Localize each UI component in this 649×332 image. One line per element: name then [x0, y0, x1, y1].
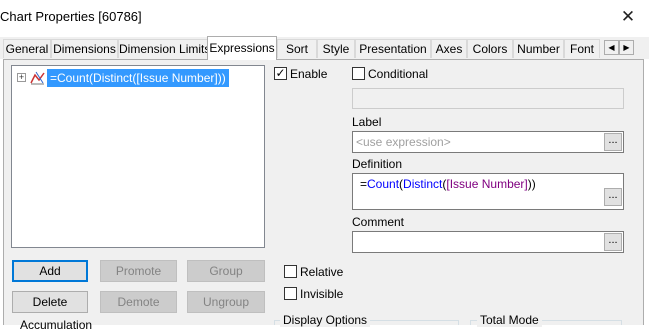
definition-expression: =Count(Distinct([Issue Number])) — [360, 177, 536, 191]
definition-ellipsis-button[interactable]: ... — [604, 188, 622, 206]
ungroup-button[interactable]: Ungroup — [187, 291, 265, 313]
invisible-label: Invisible — [300, 287, 344, 301]
comment-caption: Comment — [352, 215, 405, 229]
close-icon[interactable]: ✕ — [619, 8, 637, 26]
definition-equals: = — [360, 177, 368, 191]
definition-close-parens: )) — [527, 177, 536, 191]
expression-tree[interactable] — [11, 65, 265, 248]
definition-caption: Definition — [352, 157, 403, 171]
tab-font[interactable]: Font — [564, 39, 600, 58]
tab-presentation[interactable]: Presentation — [355, 39, 431, 58]
label-caption: Label — [352, 115, 382, 129]
label-ellipsis-button[interactable]: ... — [604, 133, 622, 151]
tab-dimension-limits[interactable]: Dimension Limits — [118, 39, 210, 58]
definition-func-distinct: Distinct — [403, 177, 443, 191]
enable-label: Enable — [290, 67, 328, 81]
tab-scroll-left-icon[interactable]: ◀ — [604, 40, 619, 55]
tree-expression-item[interactable]: =Count(Distinct([Issue Number])) — [47, 69, 229, 87]
tab-scroll-right-icon[interactable]: ▶ — [619, 40, 634, 55]
add-button[interactable]: Add — [12, 260, 88, 282]
tab-axes[interactable]: Axes — [431, 39, 467, 58]
tab-colors[interactable]: Colors — [467, 39, 513, 58]
tab-sort[interactable]: Sort — [277, 39, 317, 58]
label-input[interactable]: <use expression> — [352, 131, 624, 153]
tab-number[interactable]: Number — [513, 39, 564, 58]
conditional-label: Conditional — [368, 67, 429, 81]
relative-checkbox[interactable] — [284, 265, 297, 278]
delete-button[interactable]: Delete — [12, 291, 88, 313]
label-placeholder: <use expression> — [356, 135, 451, 149]
tab-dimensions[interactable]: Dimensions — [51, 39, 118, 58]
tab-expressions[interactable]: Expressions — [207, 36, 277, 60]
definition-field: [Issue Number] — [446, 177, 528, 191]
conditional-checkbox[interactable] — [352, 67, 365, 80]
window-title: Chart Properties [60786] — [0, 9, 142, 24]
group-button[interactable]: Group — [187, 260, 265, 282]
invisible-checkbox[interactable] — [284, 287, 297, 300]
expand-icon[interactable]: + — [17, 73, 26, 82]
enable-checkbox[interactable]: ✓ — [274, 67, 287, 80]
chart-expression-icon — [30, 71, 45, 85]
comment-input[interactable] — [352, 231, 624, 253]
accumulation-label: Accumulation — [20, 318, 93, 332]
conditional-input — [352, 88, 624, 109]
definition-func-count: Count — [367, 177, 400, 191]
comment-ellipsis-button[interactable]: ... — [604, 233, 622, 251]
tab-style[interactable]: Style — [317, 39, 355, 58]
relative-label: Relative — [300, 265, 344, 279]
demote-button[interactable]: Demote — [100, 291, 177, 313]
tab-general[interactable]: General — [3, 39, 51, 58]
promote-button[interactable]: Promote — [100, 260, 177, 282]
